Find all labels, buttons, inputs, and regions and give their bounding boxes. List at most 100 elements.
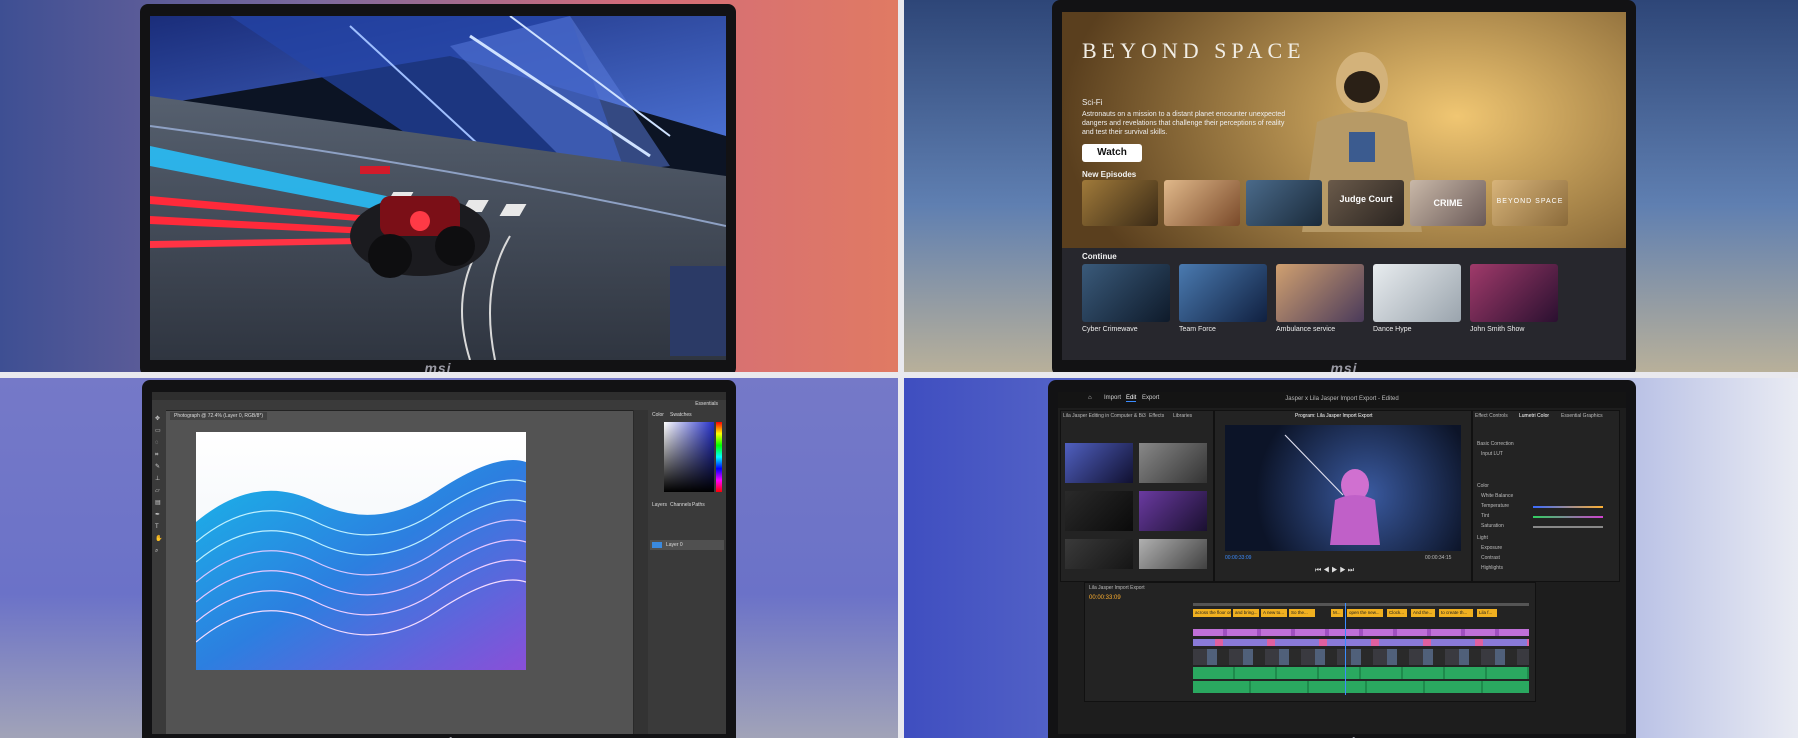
lumetri-color[interactable]: Color xyxy=(1477,483,1489,489)
transport-controls[interactable]: ⏮ ◀ ▶ ▶ ⏭ xyxy=(1315,567,1354,575)
continue-caption: John Smith Show xyxy=(1470,326,1525,333)
caption-clip[interactable]: and bring... xyxy=(1233,609,1259,617)
video-track-1[interactable] xyxy=(1193,649,1529,665)
msi-logo: msi xyxy=(424,360,452,372)
continue-tile[interactable] xyxy=(1470,264,1558,322)
caption-clip[interactable]: Lila f... xyxy=(1477,609,1497,617)
video-track-2[interactable] xyxy=(1193,639,1529,646)
media-thumbnail[interactable] xyxy=(1139,443,1207,483)
continue-tile[interactable] xyxy=(1179,264,1267,322)
workspace-switcher[interactable]: Essentials xyxy=(695,401,718,407)
audio-track-2[interactable] xyxy=(1193,681,1529,693)
effect-controls-tab[interactable]: Effect Controls xyxy=(1475,413,1508,419)
video-preview[interactable] xyxy=(1225,425,1461,551)
audio-track-1[interactable] xyxy=(1193,667,1529,679)
eraser-tool-icon[interactable]: ▱ xyxy=(155,488,163,494)
crop-tool-icon[interactable]: ⌗ xyxy=(155,452,163,458)
playhead-timecode[interactable]: 00:00:33:09 xyxy=(1225,555,1251,561)
new-episodes-heading: New Episodes xyxy=(1082,170,1137,179)
document-canvas[interactable] xyxy=(196,432,526,670)
move-tool-icon[interactable]: ✥ xyxy=(155,416,163,422)
color-picker[interactable] xyxy=(664,422,714,492)
media-thumbnail[interactable] xyxy=(1065,491,1133,531)
episode-tile[interactable] xyxy=(1246,180,1322,226)
watch-button[interactable]: Watch xyxy=(1082,144,1142,162)
lasso-tool-icon[interactable]: ◌ xyxy=(155,440,163,446)
lumetri-highlights[interactable]: Highlights xyxy=(1481,565,1503,571)
saturation-slider[interactable] xyxy=(1533,526,1603,528)
marquee-tool-icon[interactable]: ▭ xyxy=(155,428,163,434)
effects-tab[interactable]: Effects xyxy=(1149,413,1164,419)
caption-clip[interactable]: And the... xyxy=(1411,609,1435,617)
hue-slider[interactable] xyxy=(716,422,722,492)
layer-row[interactable]: Layer 0 xyxy=(650,540,724,550)
project-panel[interactable]: Lila Jasper Editing in Computer & Bi3 Ef… xyxy=(1060,410,1214,582)
stamp-tool-icon[interactable]: ⊥ xyxy=(155,476,163,482)
media-thumbnail[interactable] xyxy=(1139,539,1207,569)
panel-icon-strip[interactable] xyxy=(634,410,648,734)
continue-tile[interactable] xyxy=(1082,264,1170,322)
lumetri-saturation[interactable]: Saturation xyxy=(1481,523,1504,529)
caption-clip[interactable]: A new to... xyxy=(1261,609,1287,617)
temperature-slider[interactable] xyxy=(1533,506,1603,508)
lumetri-input-lut[interactable]: Input LUT xyxy=(1481,451,1503,457)
type-tool-icon[interactable]: T xyxy=(155,524,163,530)
paths-tab[interactable]: Paths xyxy=(692,502,705,508)
libraries-tab[interactable]: Libraries xyxy=(1173,413,1192,419)
timeline-panel[interactable]: Lila Jasper Import Export 00:00:33:09 ac… xyxy=(1084,582,1536,702)
right-panels[interactable]: Color Swatches Layers Channels Paths Lay… xyxy=(633,410,726,734)
tint-slider[interactable] xyxy=(1533,516,1603,518)
color-tab[interactable]: Color xyxy=(652,412,664,418)
media-thumbnail[interactable] xyxy=(1065,443,1133,483)
graphics-tab[interactable]: Essential Graphics xyxy=(1561,413,1603,419)
timeline-timecode[interactable]: 00:00:33:09 xyxy=(1089,595,1121,601)
pen-tool-icon[interactable]: ✒ xyxy=(155,512,163,518)
menu-bar[interactable] xyxy=(152,392,726,400)
lumetri-tint[interactable]: Tint xyxy=(1481,513,1489,519)
effect-controls-panel[interactable]: Effect Controls Lumetri Color Essential … xyxy=(1472,410,1620,582)
photoshop-screen: Essentials ✥ ▭ ◌ ⌗ ✎ ⊥ ▱ ▤ ✒ T ✋ ⌕ Photo… xyxy=(152,392,726,734)
channels-tab[interactable]: Channels xyxy=(670,502,691,508)
lumetri-temperature[interactable]: Temperature xyxy=(1481,503,1509,509)
adjustment-track[interactable] xyxy=(1193,629,1529,636)
playhead[interactable] xyxy=(1345,603,1346,695)
document-tab[interactable]: Photograph @ 72.4% (Layer 0, RGB/8*) xyxy=(170,412,268,420)
brush-tool-icon[interactable]: ✎ xyxy=(155,464,163,470)
episode-tile[interactable] xyxy=(1082,180,1158,226)
continue-section: Continue Cyber Crimewave Team Force Ambu… xyxy=(1062,248,1626,360)
caption-clip[interactable]: M... xyxy=(1331,609,1343,617)
lumetri-tab[interactable]: Lumetri Color xyxy=(1519,413,1549,419)
gradient-tool-icon[interactable]: ▤ xyxy=(155,500,163,506)
game-screen xyxy=(150,16,726,360)
continue-tile[interactable] xyxy=(1373,264,1461,322)
program-monitor[interactable]: Program: Lila Jasper Import Export 00:00… xyxy=(1214,410,1472,582)
panel-premiere: ⌂ Import Edit Export Jasper x Lila Jaspe… xyxy=(904,378,1798,738)
lumetri-white-balance[interactable]: White Balance xyxy=(1481,493,1513,499)
swatches-tab[interactable]: Swatches xyxy=(670,412,692,418)
layers-tab[interactable]: Layers xyxy=(652,502,667,508)
caption-clip[interactable]: open the new... xyxy=(1347,609,1383,617)
time-ruler[interactable] xyxy=(1193,603,1529,606)
duration-timecode: 00:00:34:15 xyxy=(1425,555,1452,561)
zoom-tool-icon[interactable]: ⌕ xyxy=(155,548,163,554)
lumetri-basic[interactable]: Basic Correction xyxy=(1477,441,1514,447)
project-tab[interactable]: Lila Jasper Editing in Computer & Bi3 xyxy=(1063,413,1146,419)
caption-clip[interactable]: Clock... xyxy=(1387,609,1407,617)
episode-tile[interactable] xyxy=(1164,180,1240,226)
program-tab[interactable]: Program: Lila Jasper Import Export xyxy=(1295,413,1373,419)
timeline-tab[interactable]: Lila Jasper Import Export xyxy=(1089,585,1145,591)
episode-tile[interactable]: CRIME xyxy=(1410,180,1486,226)
episode-tile[interactable]: Judge Court xyxy=(1328,180,1404,226)
caption-clip[interactable]: across the floor or... xyxy=(1193,609,1231,617)
episode-tile[interactable]: BEYOND SPACE xyxy=(1492,180,1568,226)
lumetri-exposure[interactable]: Exposure xyxy=(1481,545,1502,551)
caption-clip[interactable]: to create th... xyxy=(1439,609,1473,617)
caption-clip[interactable]: So the... xyxy=(1289,609,1315,617)
media-thumbnail[interactable] xyxy=(1139,491,1207,531)
lumetri-light[interactable]: Light xyxy=(1477,535,1488,541)
tools-panel[interactable]: ✥ ▭ ◌ ⌗ ✎ ⊥ ▱ ▤ ✒ T ✋ ⌕ xyxy=(152,410,166,734)
continue-tile[interactable] xyxy=(1276,264,1364,322)
lumetri-contrast[interactable]: Contrast xyxy=(1481,555,1500,561)
media-thumbnail[interactable] xyxy=(1065,539,1133,569)
hand-tool-icon[interactable]: ✋ xyxy=(155,536,163,542)
